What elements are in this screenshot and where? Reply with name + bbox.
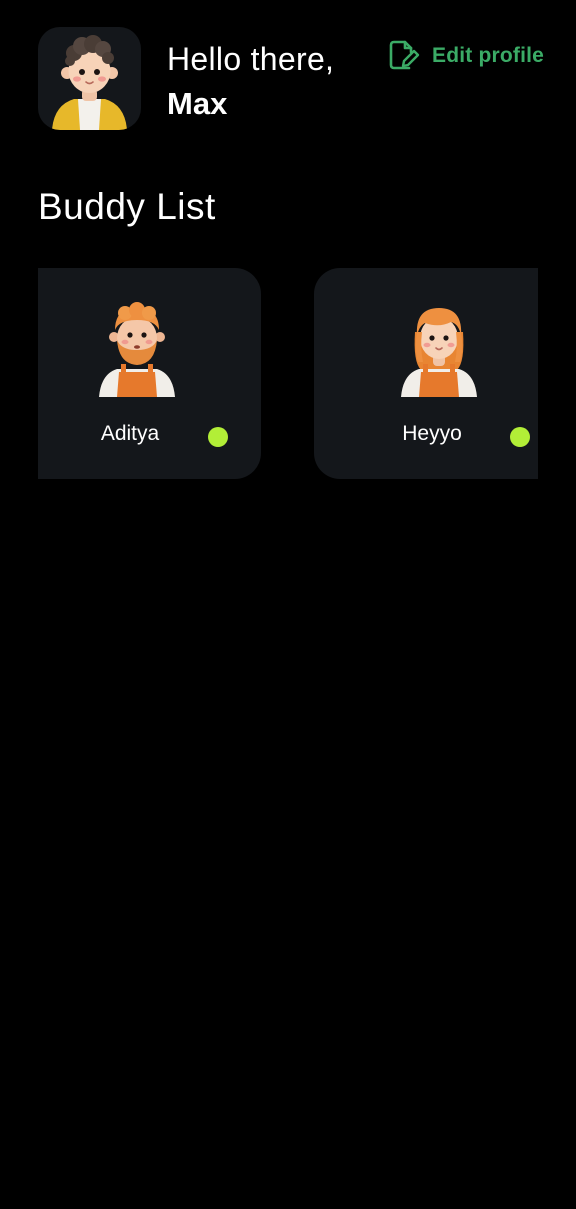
edit-profile-button[interactable]: Edit profile — [388, 39, 544, 73]
memoji-bearded-man-avatar-icon — [99, 302, 175, 397]
buddy-card-aditya[interactable]: Aditya — [38, 268, 261, 479]
buddy-name: Heyyo — [402, 422, 462, 445]
memoji-boy-avatar-icon — [52, 35, 127, 130]
edit-profile-label: Edit profile — [432, 44, 545, 67]
buddy-list-title: Buddy List — [38, 186, 216, 227]
edit-document-icon — [389, 40, 420, 70]
online-status-indicator — [208, 427, 228, 447]
memoji-girl-avatar-icon — [401, 308, 477, 397]
buddy-list-carousel[interactable]: Aditya Heyyo — [38, 268, 538, 479]
online-status-indicator — [510, 427, 530, 447]
header: Hello there, Max Edit profile — [38, 27, 558, 131]
buddy-card-heyyo[interactable]: Heyyo — [314, 268, 538, 479]
user-avatar[interactable] — [38, 27, 141, 130]
user-name: Max — [167, 86, 228, 121]
greeting-text: Hello there, — [167, 41, 335, 77]
